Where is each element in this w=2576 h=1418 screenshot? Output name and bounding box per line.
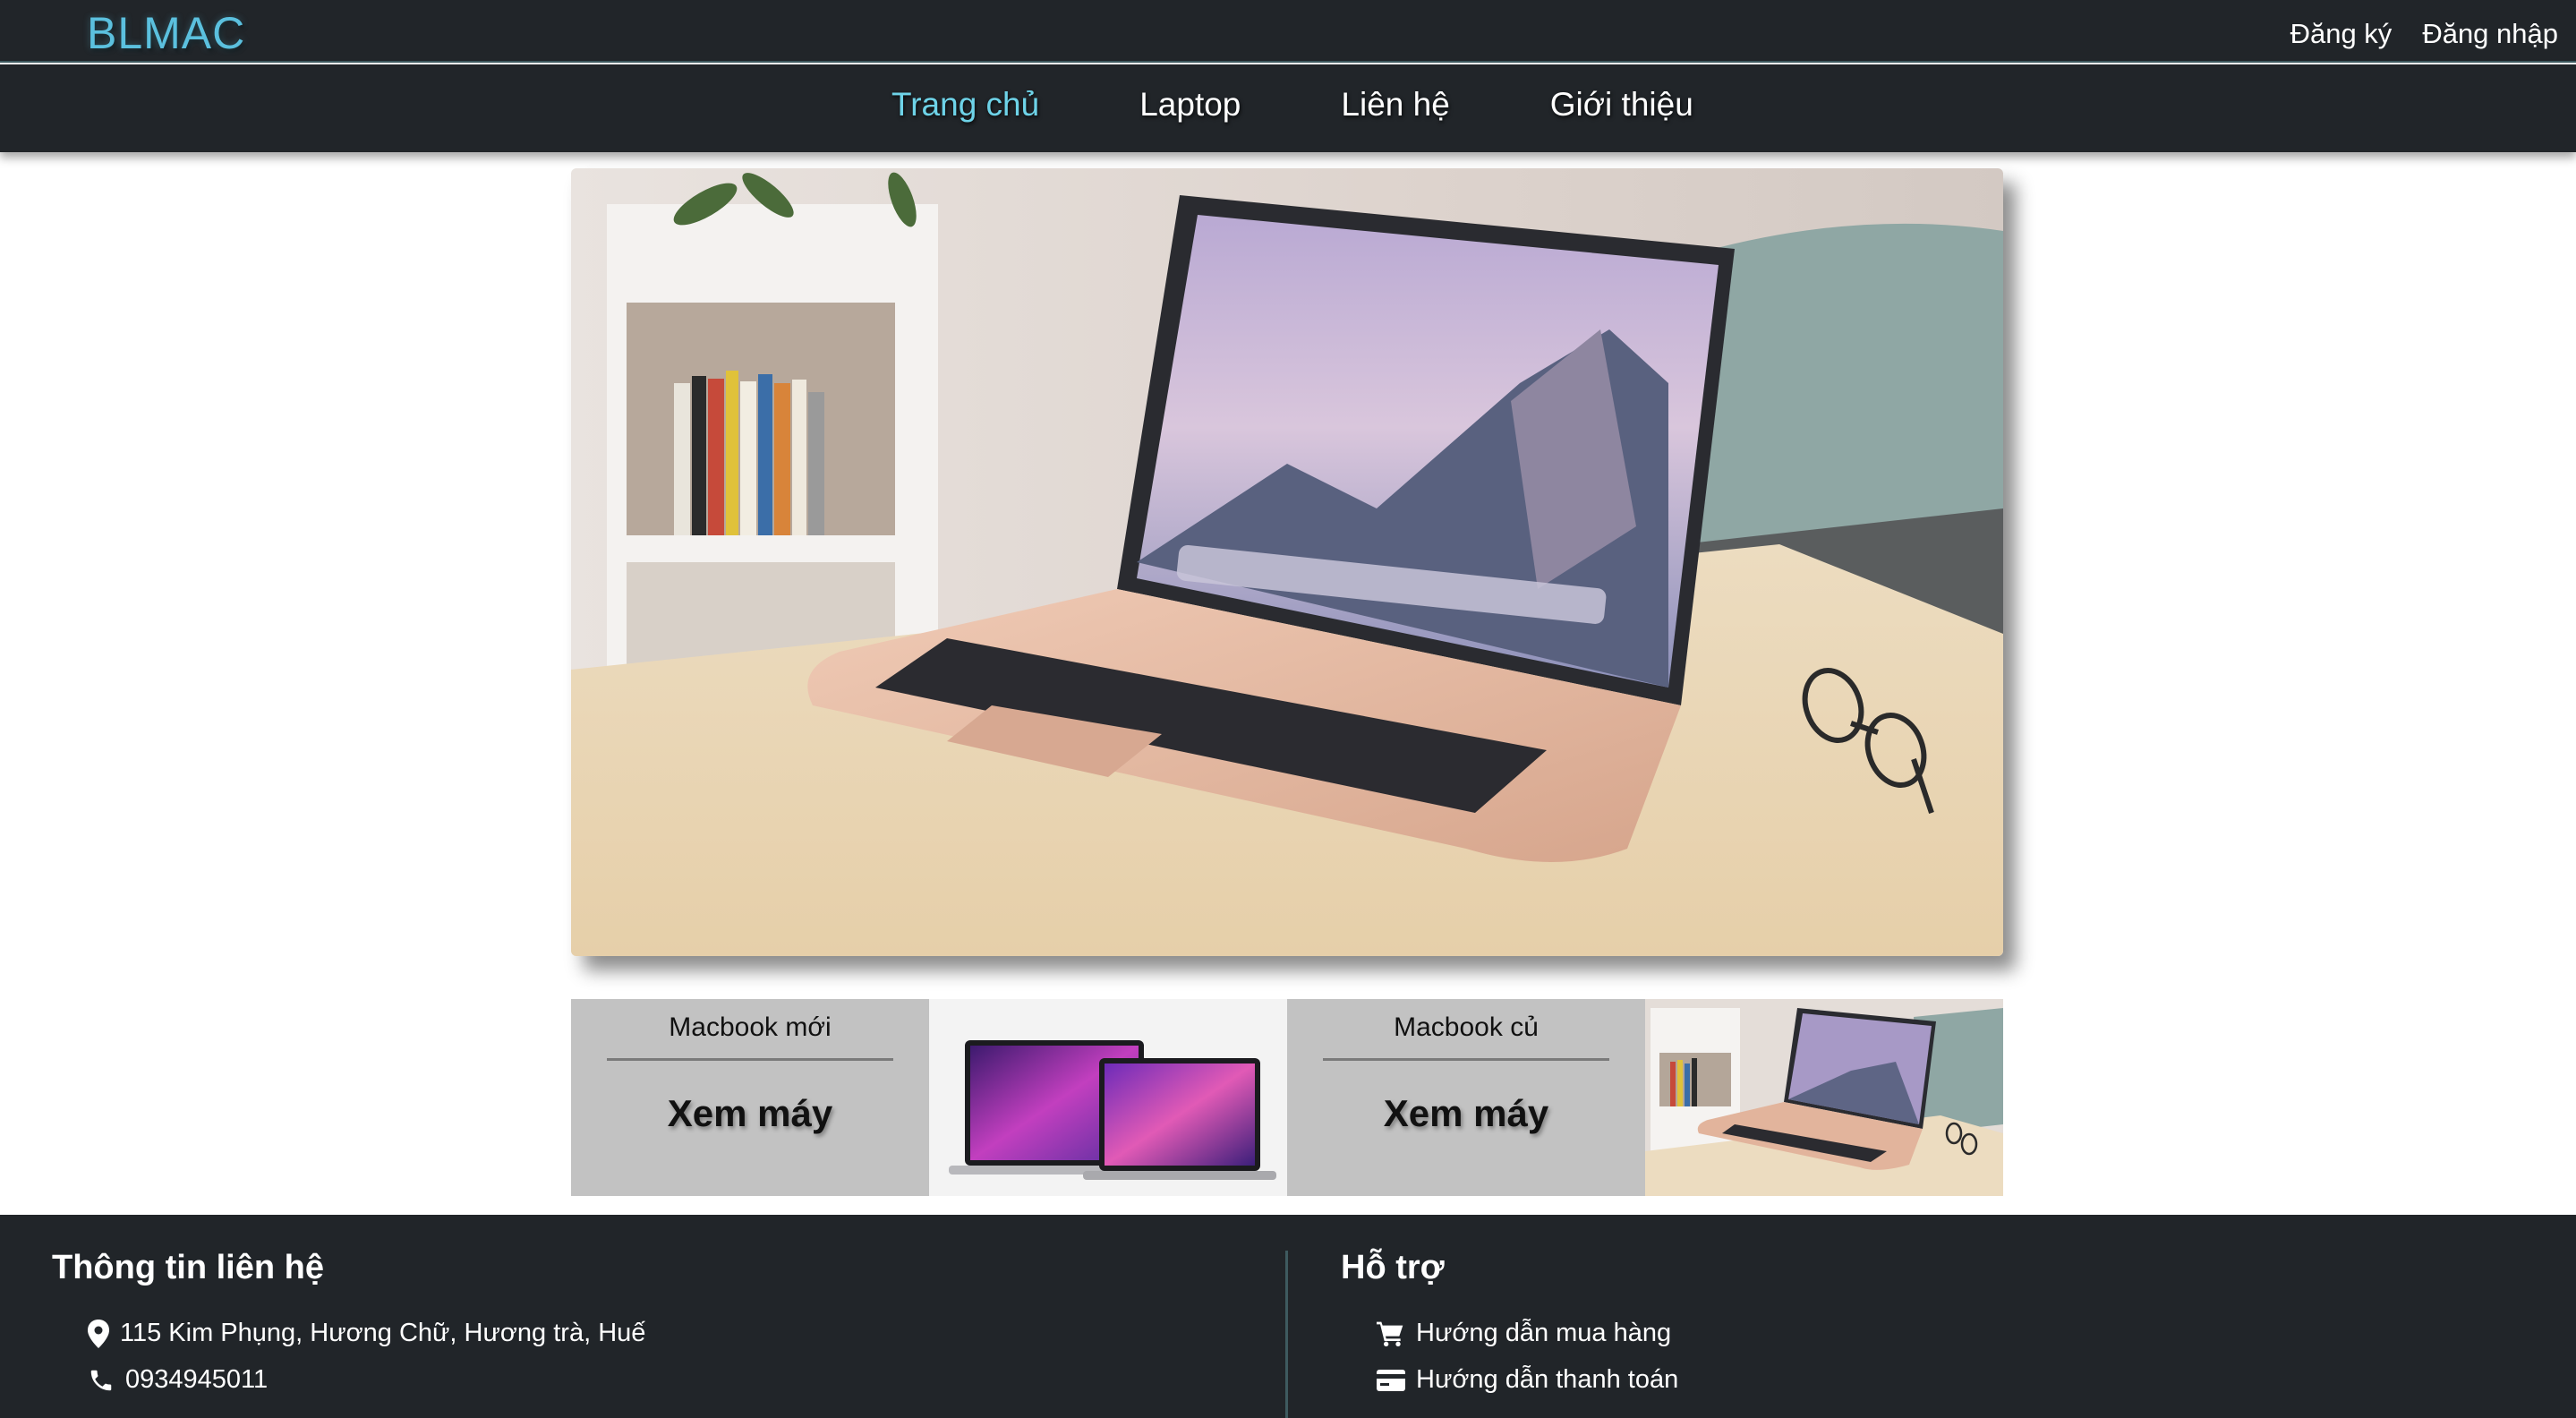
nav-item-about[interactable]: Giới thiệu bbox=[1550, 86, 1693, 124]
site-footer: Thông tin liên hệ 115 Kim Phụng, Hương C… bbox=[0, 1215, 2576, 1418]
nav-item-laptop[interactable]: Laptop bbox=[1139, 86, 1241, 124]
nav-item-contact[interactable]: Liên hệ bbox=[1341, 86, 1449, 124]
support-title: Hỗ trợ bbox=[1341, 1249, 1445, 1286]
phone-text[interactable]: 0934945011 bbox=[125, 1365, 268, 1395]
credit-card-icon bbox=[1377, 1369, 1405, 1391]
register-link[interactable]: Đăng ký bbox=[2290, 18, 2393, 50]
promo-title-used: Macbook củ bbox=[1394, 1012, 1539, 1042]
auth-links: Đăng ký Đăng nhập bbox=[2290, 18, 2558, 50]
hero-laptop-image bbox=[571, 168, 2003, 956]
promo-card-used[interactable]: Macbook củ Xem máy bbox=[1287, 999, 1645, 1196]
support-buy-guide[interactable]: Hướng dẫn mua hàng bbox=[1377, 1319, 1671, 1348]
contact-phone: 0934945011 bbox=[88, 1365, 268, 1395]
footer-divider bbox=[1285, 1251, 1288, 1418]
promo-divider bbox=[1323, 1058, 1609, 1061]
view-new-button[interactable]: Xem máy bbox=[571, 1092, 929, 1135]
contact-title: Thông tin liên hệ bbox=[52, 1249, 324, 1286]
contact-address: 115 Kim Phụng, Hương Chữ, Hương trà, Huế bbox=[88, 1319, 645, 1348]
promo-strip: Macbook mới Xem máy Macbook củ Xem máy bbox=[571, 999, 2003, 1196]
support-pay-guide[interactable]: Hướng dẫn thanh toán bbox=[1377, 1365, 1678, 1395]
pay-guide-link[interactable]: Hướng dẫn thanh toán bbox=[1416, 1365, 1678, 1395]
promo-divider bbox=[607, 1058, 893, 1061]
address-text: 115 Kim Phụng, Hương Chữ, Hương trà, Huế bbox=[120, 1319, 646, 1347]
promo-title-new: Macbook mới bbox=[669, 1012, 832, 1042]
hero-banner bbox=[571, 168, 2003, 956]
login-link[interactable]: Đăng nhập bbox=[2422, 18, 2558, 50]
promo-image-new[interactable] bbox=[929, 999, 1287, 1196]
site-logo[interactable]: BLMAC bbox=[87, 7, 245, 59]
main-nav: Trang chủ Laptop Liên hệ Giới thiệu bbox=[0, 64, 2576, 152]
top-bar: BLMAC Đăng ký Đăng nhập bbox=[0, 0, 2576, 63]
cart-icon bbox=[1377, 1321, 1403, 1346]
macbook-pro-pair-image bbox=[949, 1040, 1276, 1180]
promo-card-new[interactable]: Macbook mới Xem máy bbox=[571, 999, 929, 1196]
phone-icon bbox=[90, 1370, 112, 1390]
view-used-button[interactable]: Xem máy bbox=[1287, 1092, 1645, 1135]
macbook-air-thumb-image bbox=[1645, 999, 2003, 1196]
map-pin-icon bbox=[88, 1319, 109, 1348]
buy-guide-link[interactable]: Hướng dẫn mua hàng bbox=[1416, 1319, 1671, 1348]
promo-image-used[interactable] bbox=[1645, 999, 2003, 1196]
nav-item-home[interactable]: Trang chủ bbox=[891, 86, 1039, 124]
nav-links: Trang chủ Laptop Liên hệ Giới thiệu bbox=[891, 86, 1693, 124]
